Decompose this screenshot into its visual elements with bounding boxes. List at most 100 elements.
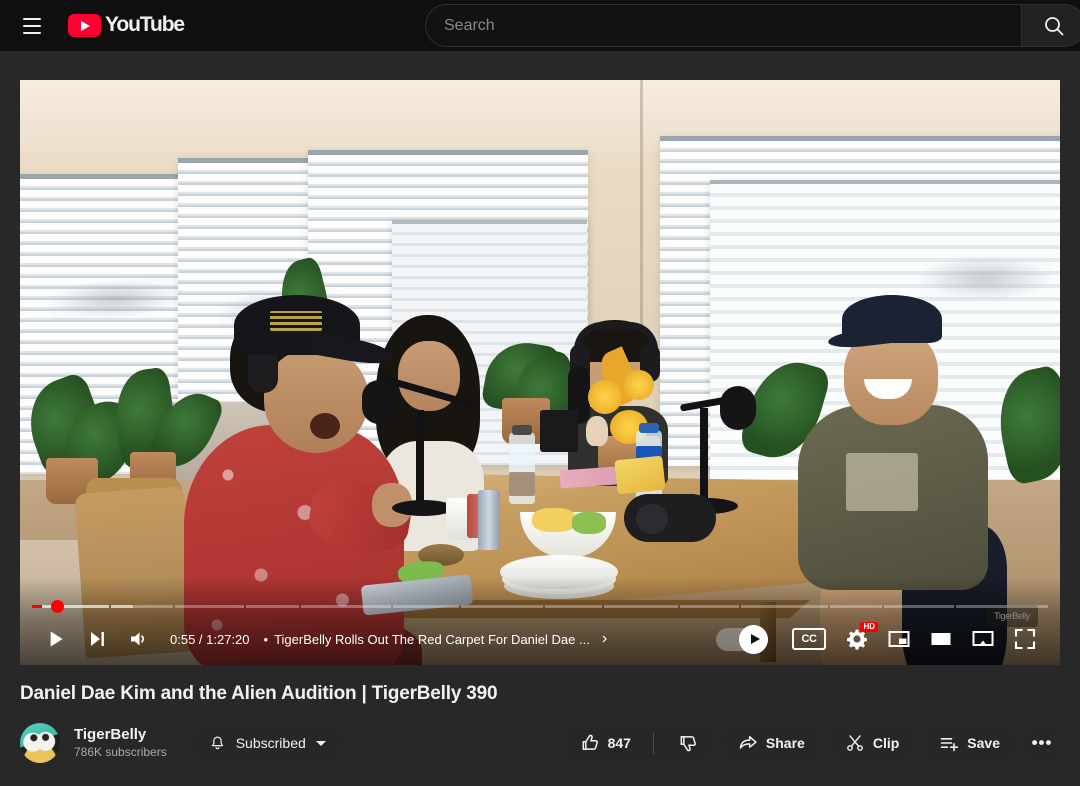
search-icon	[1044, 16, 1063, 35]
hamburger-menu-icon[interactable]	[12, 6, 52, 46]
subscriber-count: 786K subscribers	[74, 744, 167, 759]
chapter-title[interactable]: TigerBelly Rolls Out The Red Carpet For …	[274, 632, 590, 647]
next-track-icon	[91, 632, 104, 646]
youtube-logo[interactable]: YouTube	[68, 13, 185, 37]
progress-chapter-segment[interactable]	[460, 605, 543, 608]
search-input[interactable]	[444, 16, 1021, 35]
microphone	[362, 380, 396, 424]
divider	[652, 732, 654, 754]
wall-corner	[640, 80, 643, 330]
tshirt-graphic	[846, 453, 918, 511]
youtube-play-icon	[68, 14, 101, 37]
miniplayer-button[interactable]	[878, 618, 920, 660]
play-triangle	[81, 20, 90, 31]
chapter-next-chevron[interactable]: ›	[602, 631, 607, 647]
cap-logo	[270, 311, 322, 331]
cast-button[interactable]	[962, 618, 1004, 660]
like-button[interactable]: 847	[564, 725, 645, 761]
progress-scrubber[interactable]	[51, 600, 64, 613]
snack-bag	[614, 455, 666, 495]
masthead: YouTube	[0, 0, 1080, 51]
bottle-label	[509, 472, 535, 496]
hamburger-bar	[23, 17, 41, 20]
face	[264, 349, 368, 453]
video-meta-row: TigerBelly 786K subscribers Subscribed 8…	[20, 717, 1060, 769]
settings-button[interactable]: HD	[836, 618, 878, 660]
video-player[interactable]: TigerBelly 0:55 / 1:27:20 • TigerBelly R…	[20, 80, 1060, 665]
theater-mode-button[interactable]	[920, 618, 962, 660]
search-button[interactable]	[1021, 4, 1080, 47]
video-actions: 847 Share Clip Save •••	[563, 725, 1060, 761]
volume-icon	[131, 632, 145, 646]
theater-mode-icon	[931, 633, 951, 645]
search-box[interactable]	[425, 4, 1021, 47]
progress-chapter-segment[interactable]	[32, 605, 110, 608]
progress-chapter-segment[interactable]	[604, 605, 678, 608]
miniplayer-icon	[888, 631, 910, 647]
subtitles-button[interactable]: CC	[792, 628, 826, 650]
bell-icon	[211, 736, 223, 749]
play-button[interactable]	[34, 618, 76, 660]
avatar[interactable]	[20, 723, 60, 763]
channel-name[interactable]: TigerBelly	[74, 726, 167, 745]
microphone	[720, 386, 756, 430]
channel-info: TigerBelly 786K subscribers	[74, 726, 167, 760]
bottle-cap	[512, 425, 532, 435]
microphone-base	[392, 500, 454, 516]
progress-chapter-segment[interactable]	[174, 605, 244, 608]
search-bar	[425, 4, 1080, 47]
chevron-down-icon	[315, 740, 326, 746]
fish-wall-art	[920, 256, 1050, 300]
progress-buffered	[111, 605, 133, 608]
time-display: 0:55 / 1:27:20	[170, 631, 250, 647]
plate-stack	[500, 555, 618, 589]
flower	[624, 370, 654, 400]
progress-chapter-segment[interactable]	[544, 605, 603, 608]
figurine	[586, 416, 608, 446]
progress-bar[interactable]	[32, 604, 1048, 609]
share-arrow-icon	[739, 736, 757, 749]
progress-chapter-segment[interactable]	[679, 605, 740, 608]
progress-chapter-segment[interactable]	[111, 605, 173, 608]
quality-badge: HD	[860, 622, 878, 632]
save-button[interactable]: Save	[923, 725, 1016, 761]
more-actions-button[interactable]: •••	[1024, 725, 1060, 761]
clip-button[interactable]: Clip	[828, 725, 916, 761]
fullscreen-button[interactable]	[1004, 618, 1046, 660]
thumbs-down-icon	[680, 736, 696, 752]
progress-played	[32, 605, 43, 608]
flower	[588, 380, 622, 414]
share-label: Share	[765, 735, 805, 751]
progress-chapter-segment[interactable]	[830, 605, 882, 608]
progress-chapter-segment[interactable]	[955, 605, 1048, 608]
progress-buffered	[32, 605, 110, 608]
headphones-on-table	[624, 494, 716, 542]
progress-chapter-segment[interactable]	[741, 605, 829, 608]
share-button[interactable]: Share	[721, 725, 821, 761]
hamburger-bar	[23, 24, 41, 27]
scissors-icon	[846, 735, 863, 751]
food-item	[532, 508, 576, 532]
video-frame: TigerBelly	[20, 80, 1060, 665]
black-cup	[540, 410, 578, 452]
play-icon	[50, 631, 63, 647]
next-video-button[interactable]	[76, 618, 118, 660]
like-count: 847	[607, 735, 631, 751]
progress-chapter-segment[interactable]	[245, 605, 300, 608]
youtube-wordmark: YouTube	[105, 13, 185, 36]
subscribed-button[interactable]: Subscribed	[192, 725, 342, 761]
mouth	[310, 413, 340, 439]
play-triangle	[750, 634, 760, 644]
like-dislike-group: 847	[563, 725, 714, 761]
volume-button[interactable]	[118, 618, 160, 660]
guest-person-daniel	[780, 295, 1010, 665]
progress-chapter-segment[interactable]	[393, 605, 459, 608]
microphone-stand	[416, 410, 424, 505]
progress-chapter-segment[interactable]	[301, 605, 392, 608]
cast-icon	[972, 631, 994, 646]
autoplay-toggle[interactable]	[716, 624, 768, 654]
fullscreen-icon	[1014, 628, 1036, 650]
hamburger-bar	[23, 31, 41, 34]
dislike-button[interactable]	[662, 725, 714, 761]
progress-chapter-segment[interactable]	[883, 605, 954, 608]
